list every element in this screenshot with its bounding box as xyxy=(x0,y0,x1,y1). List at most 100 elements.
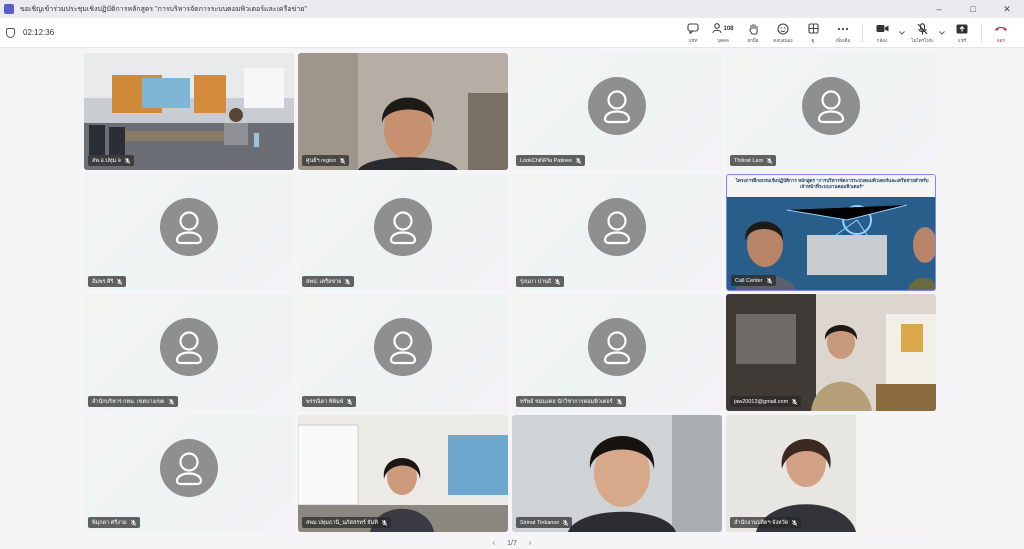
camera-icon xyxy=(876,23,889,35)
people-button[interactable]: 108 บุคคล xyxy=(708,19,738,47)
participant-name-tag: jaw20013@gmail.com xyxy=(730,396,802,407)
participant-tile[interactable]: สพม.ปทุมธานี_นภัสสรทร์ จันทิ xyxy=(298,415,508,532)
participant-name: อัมพร ศิริ xyxy=(92,278,114,285)
avatar xyxy=(374,317,432,376)
participant-name-tag: รุ่งนภา ปานธิ xyxy=(516,276,565,287)
chat-icon xyxy=(687,23,699,35)
share-button[interactable]: แชร์ xyxy=(947,19,977,47)
mic-options-chevron[interactable] xyxy=(937,19,947,47)
avatar xyxy=(588,317,646,376)
participant-name: สพม.ปทุมธานี_นภัสสรทร์ จันทิ xyxy=(306,519,378,526)
smiley-icon xyxy=(777,22,789,35)
people-count: 108 xyxy=(723,25,734,32)
participant-name: Call Center xyxy=(735,277,763,284)
participant-tile[interactable]: สำนักงานปลัดฯ จังหวัด xyxy=(726,415,936,532)
leave-button[interactable]: ออก xyxy=(986,19,1016,47)
mic-muted-icon xyxy=(340,157,346,164)
participant-tile[interactable]: สพ.อ.ปทุม.จ xyxy=(84,53,294,170)
mic-muted-icon xyxy=(117,278,123,285)
avatar xyxy=(588,76,646,135)
toolbar-divider xyxy=(862,24,863,42)
next-page-button[interactable]: › xyxy=(529,540,531,547)
mic-button[interactable]: ไมโครโฟน xyxy=(907,19,937,47)
page-indicator: 1/7 xyxy=(507,540,517,547)
mic-muted-icon xyxy=(555,278,561,285)
avatar xyxy=(588,197,646,256)
participant-tile[interactable]: LookChiNPla Patinee xyxy=(512,53,722,170)
camera-button[interactable]: กล้อง xyxy=(867,19,897,47)
participant-name-tag: ศูนย์ฯ region xyxy=(302,155,350,166)
mic-muted-icon xyxy=(917,22,928,35)
person-icon xyxy=(175,210,203,244)
participant-name-tag: อัมพร ศิริ xyxy=(88,276,127,287)
participant-video xyxy=(512,415,722,532)
react-button[interactable]: ตอบสนอง xyxy=(768,19,798,47)
mic-muted-icon xyxy=(168,398,174,405)
person-icon xyxy=(389,210,417,244)
grid-view-icon xyxy=(807,23,819,35)
participant-tile[interactable]: สำนักบริหาร กทม. เขตบางเขต xyxy=(84,294,294,411)
participant-name-tag: พรรณิดา พิพิมพ์ xyxy=(302,396,357,407)
avatar xyxy=(160,317,218,376)
participant-tile[interactable]: สพป. เครือข่าย xyxy=(298,174,508,291)
prev-page-button[interactable]: ‹ xyxy=(493,540,495,547)
participant-name: Thitirat Laor xyxy=(734,157,764,164)
participant-tile[interactable]: jaw20013@gmail.com xyxy=(726,294,936,411)
participant-tile[interactable]: ศูนย์ฯ region xyxy=(298,53,508,170)
chevron-down-icon xyxy=(939,31,945,35)
participant-name-tag: Thitirat Laor xyxy=(730,155,777,166)
participant-name-tag: ทรัพย์ ชมมงคล นักวิชาการคอมพิวเตอร์ xyxy=(516,396,626,407)
mic-muted-icon xyxy=(792,519,798,526)
participant-tile[interactable]: พรรณิดา พิพิมพ์ xyxy=(298,294,508,411)
participant-tile[interactable]: รุ่งนภา ปานธิ xyxy=(512,174,722,291)
mic-muted-icon xyxy=(130,519,136,526)
participant-name: สำนักบริหาร กทม. เขตบางเขต xyxy=(92,398,165,405)
toolbar-divider xyxy=(981,24,982,42)
raise-hand-button[interactable]: ยกมือ xyxy=(738,19,768,47)
chevron-down-icon xyxy=(899,31,905,35)
participant-video xyxy=(298,53,508,170)
more-button[interactable]: เพิ่มเติม xyxy=(828,19,858,47)
shield-icon xyxy=(6,27,15,38)
participant-tile[interactable]: โครงการฝึกอบรมเชิงปฏิบัติการ หลักสูตร "ก… xyxy=(726,174,936,291)
meeting-timer: 02:12:36 xyxy=(23,28,55,37)
window-controls: – □ ✕ xyxy=(922,0,1024,18)
close-window-button[interactable]: ✕ xyxy=(990,0,1024,18)
teams-app-icon xyxy=(4,4,14,14)
meeting-toolbar: 02:12:36 แชท 108 บุคคล ยกมือ ตอบสนอง ดู … xyxy=(0,18,1024,48)
title-bar: ขอเชิญเข้าร่วมประชุมเชิงปฏิบัติการหลักสู… xyxy=(0,0,1024,18)
person-icon xyxy=(175,451,203,485)
minimize-button[interactable]: – xyxy=(922,0,956,18)
window-title: ขอเชิญเข้าร่วมประชุมเชิงปฏิบัติการหลักสู… xyxy=(20,5,307,13)
chat-button[interactable]: แชท xyxy=(678,19,708,47)
participant-video xyxy=(726,415,936,532)
mic-muted-icon xyxy=(563,519,569,526)
maximize-button[interactable]: □ xyxy=(956,0,990,18)
participant-name: พิมุกดา ศรีงาม xyxy=(92,519,127,526)
person-icon xyxy=(603,330,631,364)
participant-name-tag: สพป. เครือข่าย xyxy=(302,276,355,287)
view-button[interactable]: ดู xyxy=(798,19,828,47)
participant-tile[interactable]: พิมุกดา ศรีงาม xyxy=(84,415,294,532)
mic-muted-icon xyxy=(576,157,582,164)
avatar xyxy=(160,438,218,497)
participant-name: LookChiNPla Patinee xyxy=(520,157,573,164)
participant-tile[interactable]: ทรัพย์ ชมมงคล นักวิชาการคอมพิวเตอร์ xyxy=(512,294,722,411)
participant-tile[interactable]: อัมพร ศิริ xyxy=(84,174,294,291)
participant-tile[interactable]: Sirinat Tinkanon xyxy=(512,415,722,532)
mic-muted-icon xyxy=(792,398,798,405)
participant-name-tag: สำนักบริหาร กทม. เขตบางเขต xyxy=(88,396,178,407)
person-icon xyxy=(389,330,417,364)
avatar xyxy=(374,197,432,256)
camera-options-chevron[interactable] xyxy=(897,19,907,47)
participant-name: jaw20013@gmail.com xyxy=(734,398,789,405)
participant-tile[interactable]: Thitirat Laor xyxy=(726,53,936,170)
participant-name-tag: Call Center xyxy=(731,275,776,286)
participant-name: พรรณิดา พิพิมพ์ xyxy=(306,398,344,405)
participant-name: Sirinat Tinkanon xyxy=(520,519,560,526)
participant-name: ศูนย์ฯ region xyxy=(306,157,337,164)
avatar xyxy=(160,197,218,256)
participant-name-tag: สพ.อ.ปทุม.จ xyxy=(88,155,134,166)
participant-name: รุ่งนภา ปานธิ xyxy=(520,278,552,285)
mic-muted-icon xyxy=(381,519,387,526)
